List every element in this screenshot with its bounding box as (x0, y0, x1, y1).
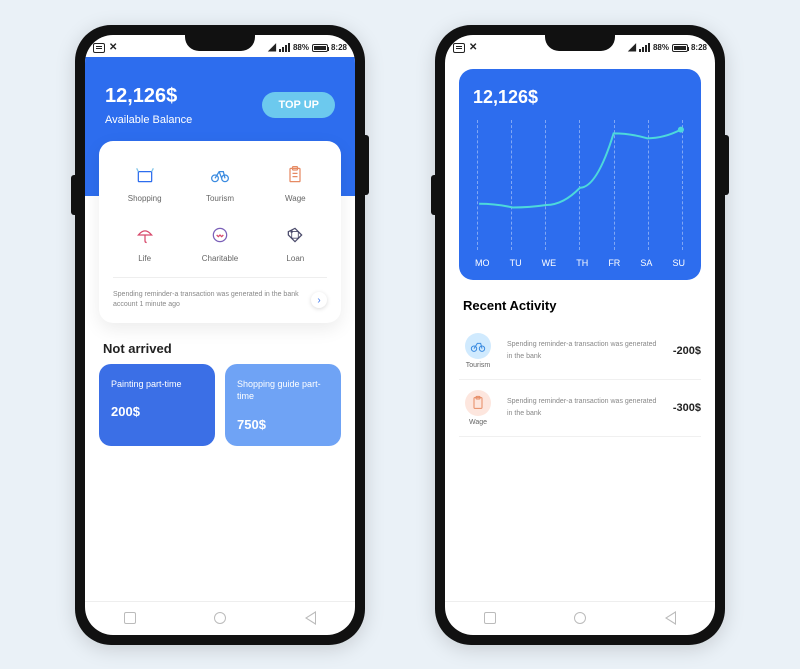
tag-icon (281, 221, 309, 249)
nav-recents-icon[interactable] (484, 612, 496, 624)
clipboard-icon (465, 390, 491, 416)
activity-category: Wage (469, 419, 487, 426)
balance-amount: 12,126$ (105, 85, 192, 108)
category-label: Wage (285, 194, 306, 203)
chevron-right-icon[interactable]: › (311, 292, 327, 308)
battery-percent: 88% (653, 43, 669, 52)
category-label: Tourism (206, 194, 234, 203)
reminder-text: Spending reminder-a transaction was gene… (113, 290, 305, 311)
handshake-icon (206, 221, 234, 249)
screen-balance: ✕ ◢ 88% 8:28 12,126$ Available Balance T… (85, 35, 355, 635)
wifi-icon: ◢ (628, 42, 636, 53)
pending-card-painting[interactable]: Painting part-time 200$ (99, 364, 215, 446)
person-icon: ✕ (469, 42, 475, 53)
balance-label: Available Balance (105, 114, 192, 126)
bicycle-icon (465, 333, 491, 359)
signal-icon (639, 43, 650, 52)
day-label: TH (576, 258, 588, 268)
nav-back-icon[interactable] (665, 611, 676, 625)
android-navbar (445, 601, 715, 635)
topup-button[interactable]: TOP UP (262, 92, 335, 118)
screen-chart: ✕ ◢ 88% 8:28 12,126$ MO (445, 35, 715, 635)
message-icon (93, 43, 105, 53)
day-label: WE (542, 258, 557, 268)
nav-back-icon[interactable] (305, 611, 316, 625)
phone-mockup-right: ✕ ◢ 88% 8:28 12,126$ MO (435, 25, 725, 645)
signal-icon (279, 43, 290, 52)
chart-balance: 12,126$ (473, 87, 687, 108)
chart-x-axis: MO TU WE TH FR SA SU (473, 258, 687, 268)
activity-text: Spending reminder-a transaction was gene… (507, 339, 663, 361)
chart-area (473, 120, 687, 250)
divider (113, 277, 327, 278)
category-tourism[interactable]: Tourism (182, 155, 257, 209)
pending-title: Painting part-time (111, 378, 203, 391)
pending-amount: 750$ (237, 417, 329, 432)
person-icon: ✕ (109, 42, 115, 53)
activity-category: Tourism (466, 362, 491, 369)
umbrella-icon (131, 221, 159, 249)
day-label: SA (640, 258, 652, 268)
pending-card-shopping-guide[interactable]: Shopping guide part-time 750$ (225, 364, 341, 446)
activity-amount: -300$ (673, 402, 701, 414)
not-arrived-heading: Not arrived (85, 323, 355, 364)
clock: 8:28 (331, 43, 347, 52)
day-label: TU (510, 258, 522, 268)
phone-notch (185, 35, 255, 51)
day-label: SU (672, 258, 685, 268)
pending-title: Shopping guide part-time (237, 378, 329, 403)
category-label: Charitable (202, 254, 238, 263)
android-navbar (85, 601, 355, 635)
pending-amount: 200$ (111, 404, 203, 419)
category-label: Shopping (128, 194, 162, 203)
activity-text: Spending reminder-a transaction was gene… (507, 396, 663, 418)
day-label: FR (608, 258, 620, 268)
day-label: MO (475, 258, 490, 268)
battery-icon (312, 44, 328, 52)
nav-home-icon[interactable] (214, 612, 226, 624)
phone-notch (545, 35, 615, 51)
category-shopping[interactable]: Shopping (107, 155, 182, 209)
category-charitable[interactable]: Charitable (182, 215, 257, 269)
category-card: Shopping Tourism Wage (99, 141, 341, 323)
category-wage[interactable]: Wage (258, 155, 333, 209)
category-life[interactable]: Life (107, 215, 182, 269)
line-chart (473, 120, 687, 250)
chart-card: 12,126$ MO TU WE TH FR SA SU (459, 69, 701, 280)
shopping-icon (131, 161, 159, 189)
nav-home-icon[interactable] (574, 612, 586, 624)
nav-recents-icon[interactable] (124, 612, 136, 624)
reminder-row[interactable]: Spending reminder-a transaction was gene… (107, 286, 333, 313)
category-label: Loan (286, 254, 304, 263)
activity-row-tourism[interactable]: Tourism Spending reminder-a transaction … (459, 323, 701, 380)
recent-activity-heading: Recent Activity (459, 280, 701, 323)
activity-amount: -200$ (673, 345, 701, 357)
battery-percent: 88% (293, 43, 309, 52)
clock: 8:28 (691, 43, 707, 52)
activity-row-wage[interactable]: Wage Spending reminder-a transaction was… (459, 380, 701, 437)
bicycle-icon (206, 161, 234, 189)
message-icon (453, 43, 465, 53)
category-label: Life (138, 254, 151, 263)
wifi-icon: ◢ (268, 42, 276, 53)
battery-icon (672, 44, 688, 52)
phone-mockup-left: ✕ ◢ 88% 8:28 12,126$ Available Balance T… (75, 25, 365, 645)
clipboard-icon (281, 161, 309, 189)
category-loan[interactable]: Loan (258, 215, 333, 269)
